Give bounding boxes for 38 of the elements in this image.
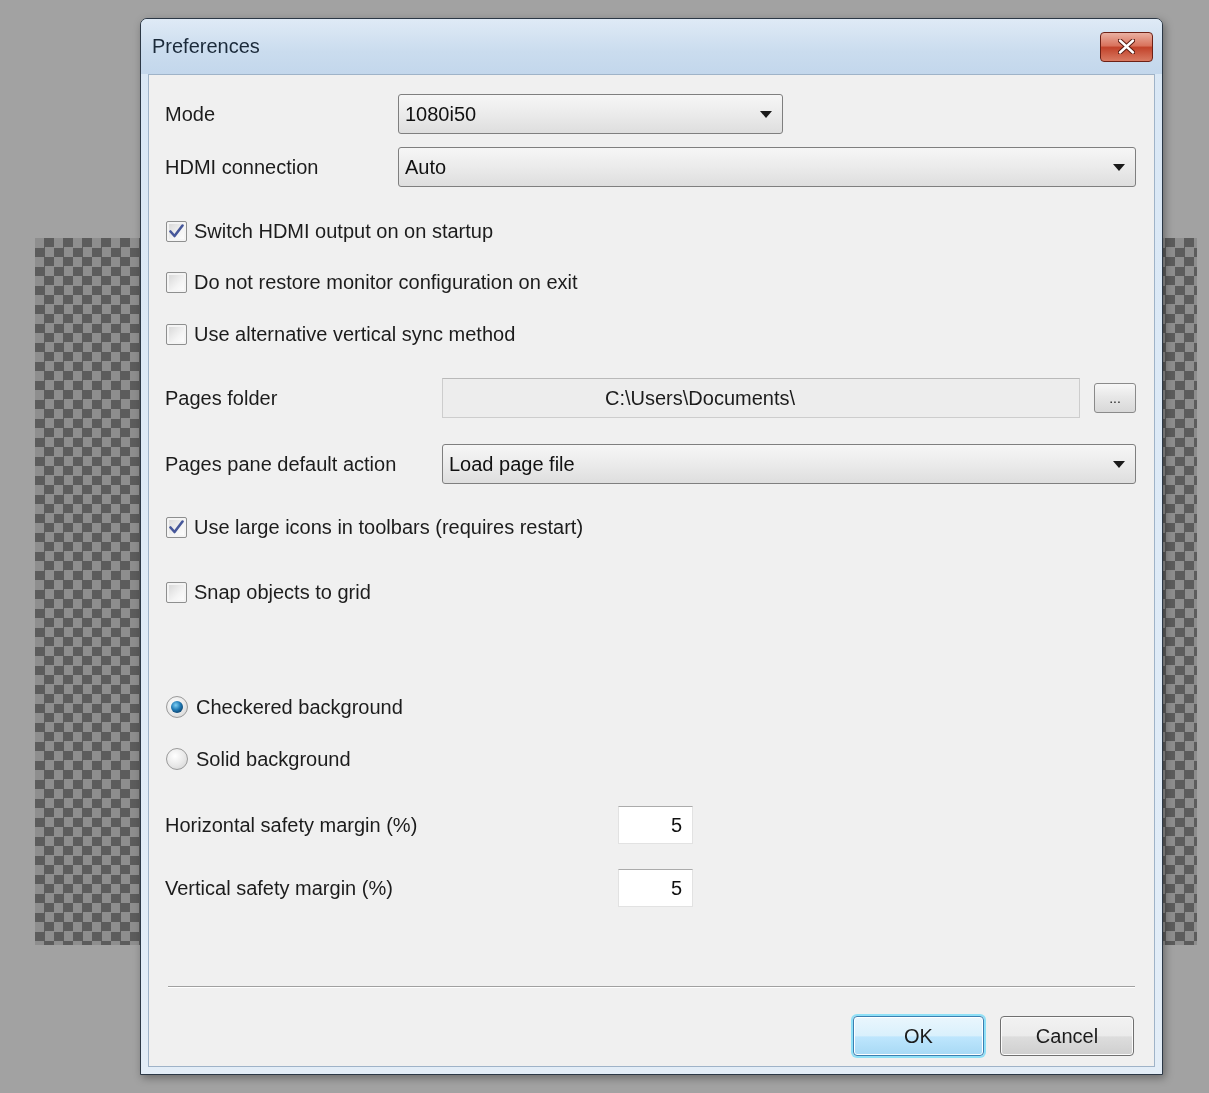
checkbox[interactable]: [166, 220, 187, 242]
field-label: Mode: [165, 102, 217, 126]
cancel-button[interactable]: Cancel: [1000, 1016, 1134, 1056]
checkmark-icon: [169, 520, 184, 534]
radio-button[interactable]: [166, 748, 188, 770]
number-field[interactable]: 5: [618, 806, 693, 844]
caret-icon: [760, 110, 772, 118]
checkmark-icon: [169, 224, 184, 238]
field-label: Pages folder: [165, 386, 279, 410]
window-title: Preferences: [152, 35, 260, 58]
folder-path-field[interactable]: C:\Users\Documents\: [442, 378, 1080, 418]
checkbox-label[interactable]: Do not restore monitor configuration on exit: [194, 271, 578, 294]
field-label: Horizontal safety margin (%): [165, 813, 419, 837]
checkbox-label[interactable]: Snap objects to grid: [194, 580, 371, 604]
radio-label[interactable]: Solid background: [196, 747, 351, 771]
ok-button[interactable]: OK: [853, 1016, 984, 1056]
checkbox[interactable]: [166, 323, 187, 345]
number-field[interactable]: 5: [618, 869, 693, 907]
dropdown[interactable]: Load page file: [442, 444, 1136, 484]
close-icon: [1118, 39, 1135, 54]
checkbox-label[interactable]: Use large icons in toolbars (requires restart): [194, 515, 584, 539]
close-button[interactable]: [1100, 31, 1153, 62]
dropdown[interactable]: Auto: [398, 147, 1136, 187]
field-label: Vertical safety margin (%): [165, 876, 394, 900]
checkbox[interactable]: [166, 581, 187, 603]
radio-button[interactable]: [166, 696, 188, 718]
checkbox[interactable]: [166, 516, 187, 538]
field-label: Pages pane default action: [165, 452, 398, 476]
checkbox-label[interactable]: Use alternative vertical sync method: [194, 322, 516, 346]
field-label: HDMI connection: [165, 155, 320, 179]
checkbox[interactable]: [166, 272, 187, 293]
caret-icon: [1113, 163, 1125, 171]
radio-dot-icon: [171, 701, 183, 713]
caret-icon: [1113, 460, 1125, 468]
radio-label[interactable]: Checkered background: [196, 695, 403, 719]
browse-button[interactable]: ...: [1094, 383, 1136, 413]
checkbox-label[interactable]: Switch HDMI output on on startup: [194, 219, 494, 243]
dropdown[interactable]: 1080i50: [398, 94, 783, 134]
